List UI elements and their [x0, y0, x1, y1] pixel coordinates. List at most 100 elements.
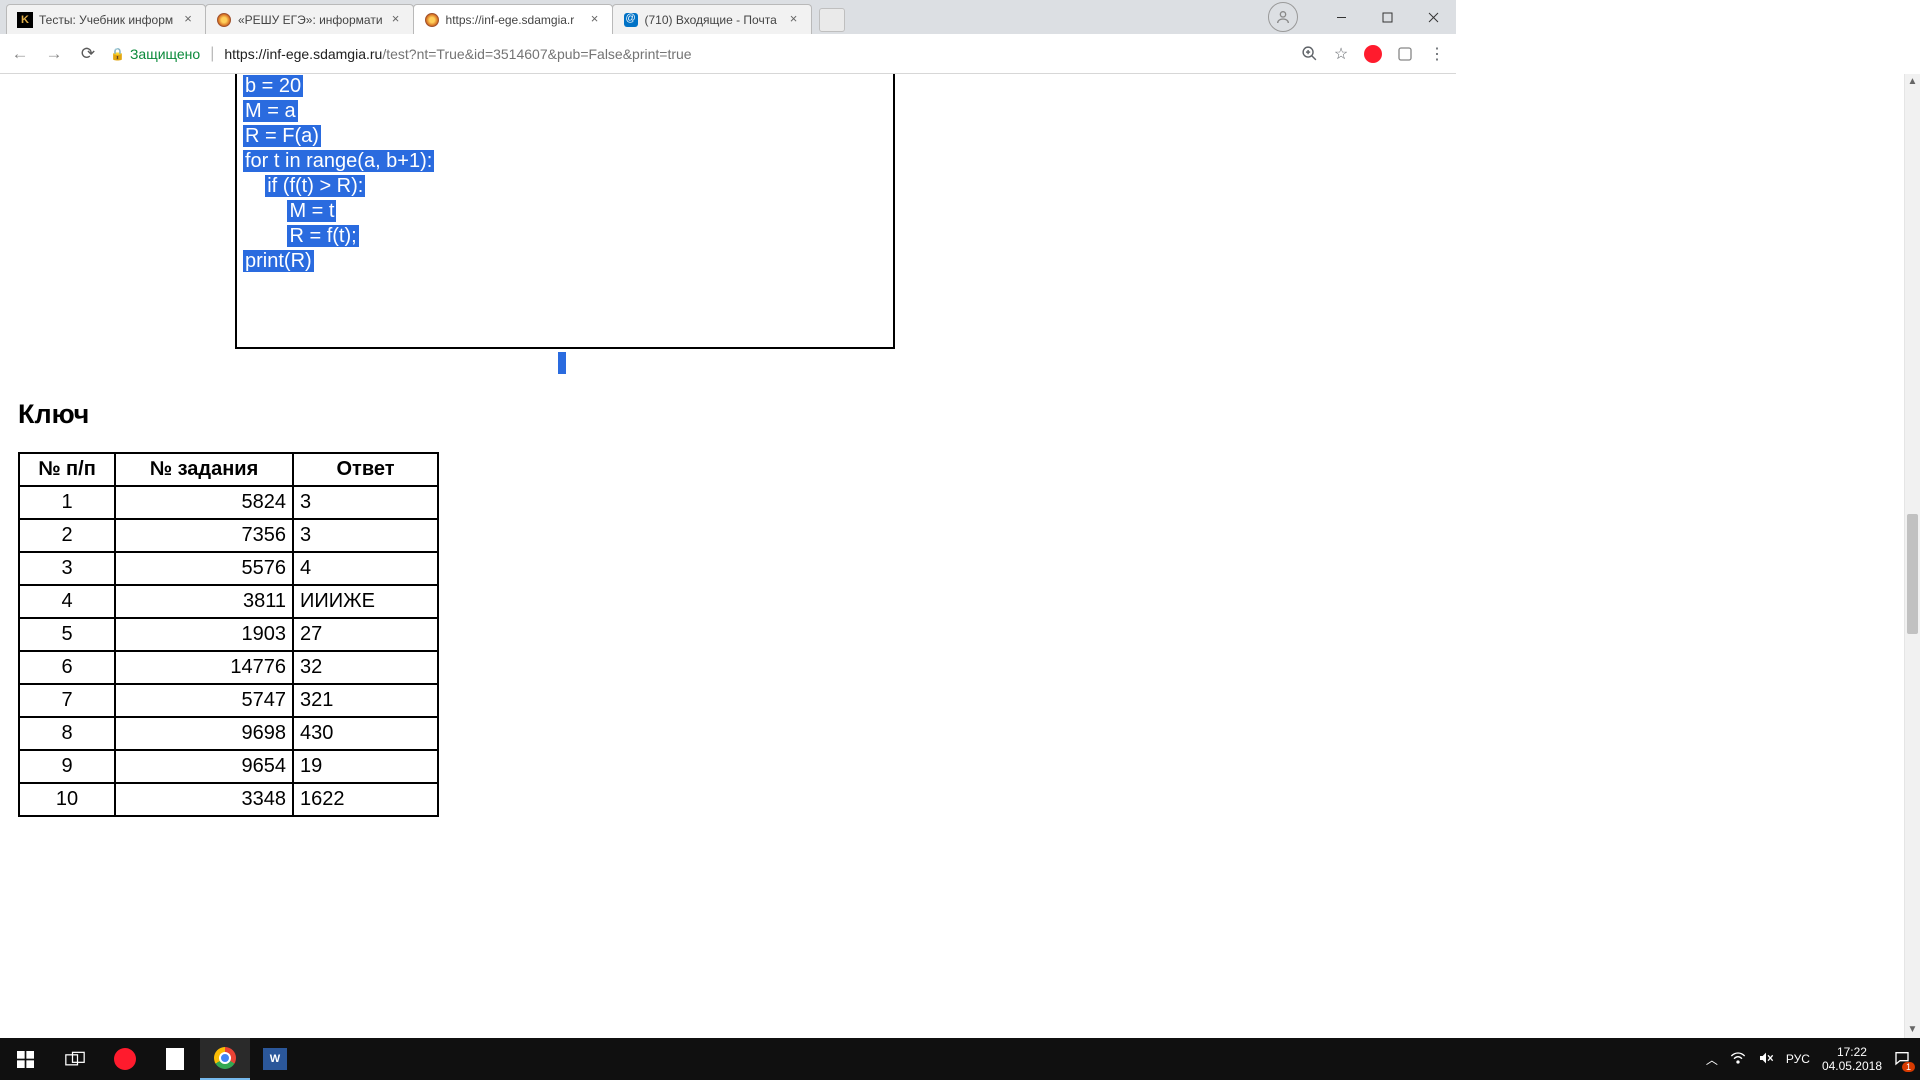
table-cell: 6 [19, 651, 115, 684]
table-cell: 9698 [115, 717, 293, 750]
url-input[interactable]: https://inf-ege.sdamgia.ru/test?nt=True&… [224, 46, 1288, 62]
answer-key-table: № п/п№ заданияОтвет 15824327356335576443… [18, 452, 439, 817]
taskbar-word-icon[interactable]: W [250, 1038, 300, 1080]
table-cell: 7356 [115, 519, 293, 552]
table-cell: 32 [293, 651, 438, 684]
browser-tabs: K Тесты: Учебник информ × «РЕШУ ЕГЭ»: ин… [0, 0, 845, 34]
opera-extension-icon[interactable] [1362, 43, 1384, 65]
table-cell: 1622 [293, 783, 438, 816]
tab-1[interactable]: «РЕШУ ЕГЭ»: информати × [205, 4, 414, 34]
table-cell: 3 [293, 486, 438, 519]
tab-3[interactable]: (710) Входящие - Почта × [612, 4, 812, 34]
table-row: 89698430 [19, 717, 438, 750]
favicon-sun-icon [424, 12, 440, 28]
table-row: 355764 [19, 552, 438, 585]
tray-clock[interactable]: 17:22 04.05.2018 [1822, 1045, 1882, 1073]
scroll-down-icon[interactable]: ▼ [1905, 1022, 1920, 1038]
selection-caret [558, 352, 566, 374]
tray-notifications-icon[interactable] [1894, 1050, 1910, 1069]
start-button[interactable] [0, 1038, 50, 1080]
tab-title: Тесты: Учебник информ [39, 13, 175, 27]
tab-0[interactable]: K Тесты: Учебник информ × [6, 4, 206, 34]
window-controls [1268, 0, 1456, 34]
taskbar-opera-icon[interactable] [100, 1038, 150, 1080]
vertical-scrollbar[interactable]: ▲ ▼ [1904, 74, 1920, 1038]
table-cell: 1903 [115, 618, 293, 651]
table-cell: 5747 [115, 684, 293, 717]
page-viewport: b = 20 M = a R = F(a) for t in range(a, … [0, 74, 1904, 1038]
system-tray: ︿ РУС 17:22 04.05.2018 [1696, 1045, 1920, 1073]
nav-back-button[interactable]: ← [8, 42, 32, 66]
window-close-button[interactable] [1410, 2, 1456, 32]
table-cell: ИИИЖЕ [293, 585, 438, 618]
address-bar: ← → ⟳ 🔒 Защищено | https://inf-ege.sdamg… [0, 34, 1456, 74]
tab-title: (710) Входящие - Почта [645, 13, 781, 27]
table-cell: 3 [293, 519, 438, 552]
table-cell: 4 [293, 552, 438, 585]
url-path: /test?nt=True&id=3514607&pub=False&print… [382, 46, 691, 62]
tab-2[interactable]: https://inf-ege.sdamgia.r × [413, 4, 613, 34]
bookmark-star-icon[interactable]: ☆ [1330, 43, 1352, 65]
close-icon[interactable]: × [181, 13, 195, 27]
zoom-icon[interactable] [1298, 43, 1320, 65]
table-cell: 1 [19, 486, 115, 519]
table-cell: 14776 [115, 651, 293, 684]
table-cell: 430 [293, 717, 438, 750]
tab-title: «РЕШУ ЕГЭ»: информати [238, 13, 383, 27]
nav-reload-button[interactable]: ⟳ [76, 42, 100, 66]
table-cell: 9 [19, 750, 115, 783]
table-cell: 3811 [115, 585, 293, 618]
table-cell: 4 [19, 585, 115, 618]
windows-taskbar: W ︿ РУС 17:22 04.05.2018 [0, 1038, 1920, 1080]
scroll-up-icon[interactable]: ▲ [1905, 74, 1920, 90]
table-cell: 3 [19, 552, 115, 585]
favicon-sun-icon [216, 12, 232, 28]
table-header: Ответ [293, 453, 438, 486]
extension-icon[interactable] [1394, 43, 1416, 65]
tray-chevron-up-icon[interactable]: ︿ [1706, 1051, 1718, 1068]
table-cell: 5576 [115, 552, 293, 585]
url-separator: | [210, 45, 214, 63]
table-cell: 9654 [115, 750, 293, 783]
table-row: 1033481622 [19, 783, 438, 816]
secure-indicator[interactable]: 🔒 Защищено [110, 46, 200, 62]
table-row: 75747321 [19, 684, 438, 717]
favicon-k-icon: K [17, 12, 33, 28]
table-header: № задания [115, 453, 293, 486]
table-cell: 7 [19, 684, 115, 717]
tray-volume-muted-icon[interactable] [1758, 1051, 1774, 1068]
table-cell: 5824 [115, 486, 293, 519]
lock-icon: 🔒 [110, 47, 125, 61]
scroll-thumb[interactable] [1907, 514, 1918, 634]
table-cell: 5 [19, 618, 115, 651]
browser-menu-icon[interactable]: ⋮ [1426, 43, 1448, 65]
code-box: b = 20 M = a R = F(a) for t in range(a, … [235, 74, 895, 349]
code-block[interactable]: b = 20 M = a R = F(a) for t in range(a, … [237, 74, 893, 274]
tray-wifi-icon[interactable] [1730, 1052, 1746, 1067]
tray-time: 17:22 [1822, 1045, 1882, 1059]
window-maximize-button[interactable] [1364, 2, 1410, 32]
window-minimize-button[interactable] [1318, 2, 1364, 32]
nav-forward-button[interactable]: → [42, 42, 66, 66]
tab-title: https://inf-ege.sdamgia.r [446, 13, 582, 27]
close-icon[interactable]: × [389, 13, 403, 27]
taskbar-document-icon[interactable] [150, 1038, 200, 1080]
task-view-button[interactable] [50, 1038, 100, 1080]
table-header: № п/п [19, 453, 115, 486]
table-row: 9965419 [19, 750, 438, 783]
table-cell: 321 [293, 684, 438, 717]
table-row: 273563 [19, 519, 438, 552]
new-tab-button[interactable] [819, 8, 845, 32]
close-icon[interactable]: × [588, 13, 602, 27]
close-icon[interactable]: × [787, 13, 801, 27]
table-cell: 3348 [115, 783, 293, 816]
table-cell: 2 [19, 519, 115, 552]
tray-date: 04.05.2018 [1822, 1059, 1882, 1073]
profile-avatar-icon[interactable] [1268, 2, 1298, 32]
taskbar-chrome-icon[interactable] [200, 1038, 250, 1080]
table-row: 158243 [19, 486, 438, 519]
table-row: 61477632 [19, 651, 438, 684]
url-host: https://inf-ege.sdamgia.ru [224, 46, 382, 62]
tray-language[interactable]: РУС [1786, 1052, 1810, 1066]
table-cell: 10 [19, 783, 115, 816]
